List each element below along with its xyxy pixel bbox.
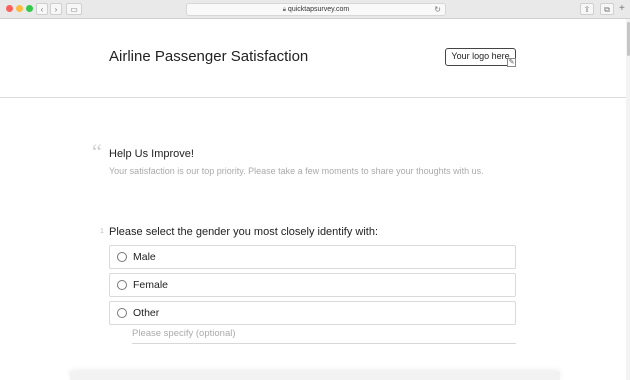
next-section-edge — [70, 372, 560, 380]
question-label: Please select the gender you most closel… — [109, 226, 379, 238]
url-text: quicktapsurvey.com — [287, 6, 350, 13]
sidebar-toggle-button[interactable]: ▭ — [66, 3, 82, 15]
intro-description: Your satisfaction is our top priority. P… — [109, 166, 484, 176]
radio-button[interactable] — [117, 280, 127, 290]
radio-button[interactable] — [117, 308, 127, 318]
logo-placeholder-label: Your logo here — [451, 51, 510, 61]
address-bar[interactable]: 🔒︎ quicktapsurvey.com ↻ — [186, 3, 446, 16]
plus-icon[interactable]: + — [619, 4, 625, 14]
radio-button[interactable] — [117, 252, 127, 262]
sidebar-icon: ▭ — [70, 5, 78, 14]
header-divider — [0, 97, 626, 98]
option-female[interactable]: Female — [109, 273, 516, 297]
reload-icon[interactable]: ↻ — [434, 4, 441, 15]
question-marker-icon: 1 — [100, 228, 104, 235]
tabs-icon: ⧉ — [604, 5, 610, 14]
tabs-button[interactable]: ⧉ — [600, 3, 614, 15]
share-icon: ⇪ — [583, 5, 591, 14]
option-male[interactable]: Male — [109, 245, 516, 269]
option-other[interactable]: Other — [109, 301, 516, 325]
forward-button[interactable]: › — [50, 3, 62, 15]
browser-toolbar: ‹ › ▭ 🔒︎ quicktapsurvey.com ↻ ⇪ ⧉ + — [0, 0, 630, 19]
chevron-left-icon: ‹ — [40, 5, 44, 14]
close-window-button[interactable] — [6, 5, 13, 12]
edit-icon[interactable]: ✎ — [507, 58, 516, 67]
option-label: Other — [133, 307, 160, 319]
share-button[interactable]: ⇪ — [580, 3, 594, 15]
scrollbar-track[interactable] — [626, 19, 630, 380]
back-button[interactable]: ‹ — [36, 3, 48, 15]
intro-heading: Help Us Improve! — [109, 148, 194, 160]
chevron-right-icon: › — [54, 5, 58, 14]
maximize-window-button[interactable] — [26, 5, 33, 12]
lock-icon: 🔒︎ — [282, 7, 286, 13]
logo-upload-button[interactable]: Your logo here — [445, 48, 516, 66]
option-label: Male — [133, 251, 156, 263]
option-label: Female — [133, 279, 169, 291]
minimize-window-button[interactable] — [16, 5, 23, 12]
other-specify-input[interactable]: Please specify (optional) — [132, 328, 516, 344]
survey-title: Airline Passenger Satisfaction — [109, 48, 309, 65]
quote-icon: “ — [92, 139, 102, 164]
specify-placeholder: Please specify (optional) — [132, 328, 236, 339]
